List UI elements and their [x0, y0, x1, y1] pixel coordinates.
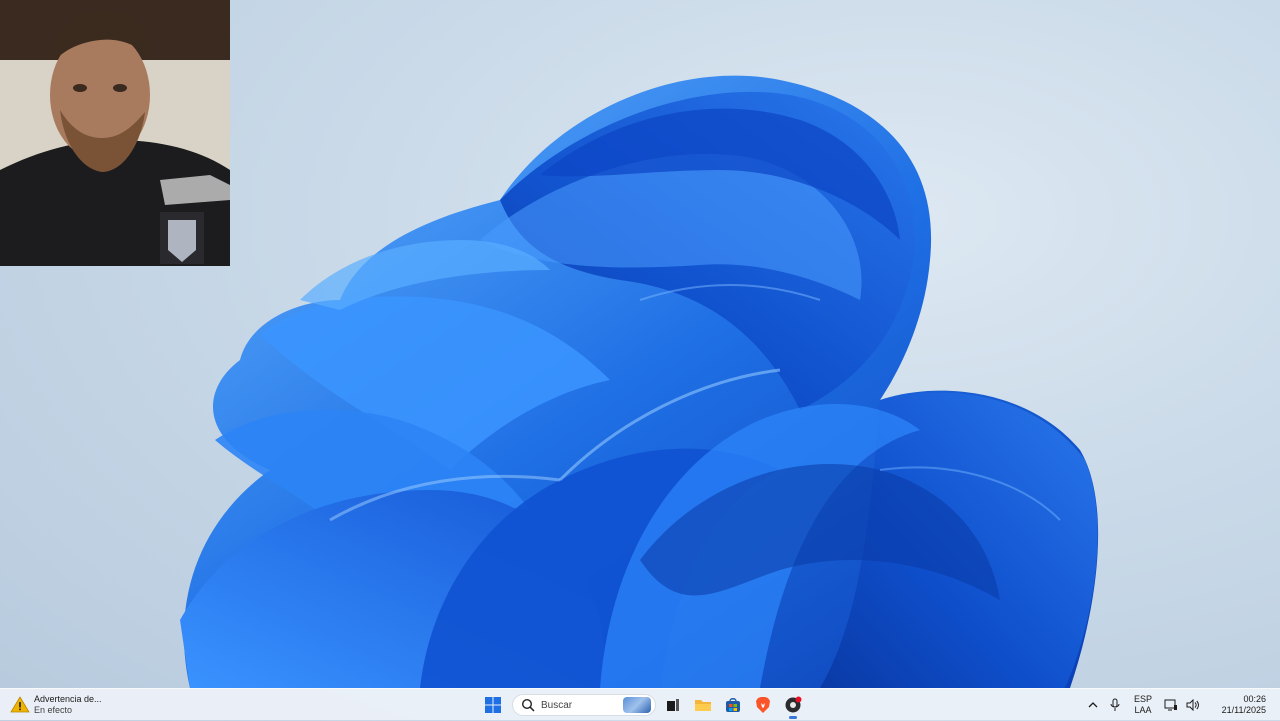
microsoft-store-button[interactable] [718, 690, 748, 720]
search-highlight-thumbnail [623, 697, 651, 713]
search-input[interactable]: Buscar [512, 694, 656, 716]
record-icon [785, 696, 802, 713]
brave-browser-button[interactable] [748, 690, 778, 720]
clock-time: 00:26 [1243, 694, 1266, 704]
task-view-icon [667, 699, 679, 711]
file-explorer-button[interactable] [688, 690, 718, 720]
system-tray: ESP LAA 00:26 21/11/2025 [1082, 689, 1280, 721]
folder-icon [695, 700, 711, 711]
keyboard-layout: LAA [1134, 705, 1152, 715]
start-button[interactable] [478, 690, 508, 720]
microphone-icon [1110, 698, 1120, 711]
windows-logo-icon [485, 697, 501, 713]
webcam-person-image [0, 0, 230, 266]
search-placeholder: Buscar [541, 699, 573, 711]
obs-button[interactable] [778, 690, 808, 720]
weather-title: Advertencia de... [34, 694, 102, 704]
input-language-indicator[interactable]: ESP LAA [1126, 694, 1160, 716]
speaker-icon [1186, 699, 1199, 711]
language-code: ESP [1133, 694, 1152, 704]
clock-date-button[interactable]: 00:26 21/11/2025 [1204, 694, 1276, 716]
weather-status: En efecto [34, 705, 73, 715]
search-icon [521, 698, 535, 712]
show-hidden-icons-button[interactable] [1082, 689, 1104, 721]
task-view-button[interactable] [658, 690, 688, 720]
volume-button[interactable] [1182, 689, 1204, 721]
taskbar: Advertencia de... En efecto Buscar ESP L… [0, 688, 1280, 720]
brave-lion-icon [756, 697, 770, 713]
store-icon [726, 698, 740, 712]
clock-date: 21/11/2025 [1221, 705, 1266, 715]
microphone-button[interactable] [1104, 689, 1126, 721]
network-button[interactable] [1160, 689, 1182, 721]
network-ethernet-icon [1164, 699, 1177, 711]
warning-icon [10, 695, 30, 715]
chevron-up-icon [1088, 702, 1098, 708]
running-indicator [789, 716, 797, 719]
webcam-overlay [0, 0, 230, 266]
weather-widget[interactable]: Advertencia de... En efecto [10, 692, 102, 718]
